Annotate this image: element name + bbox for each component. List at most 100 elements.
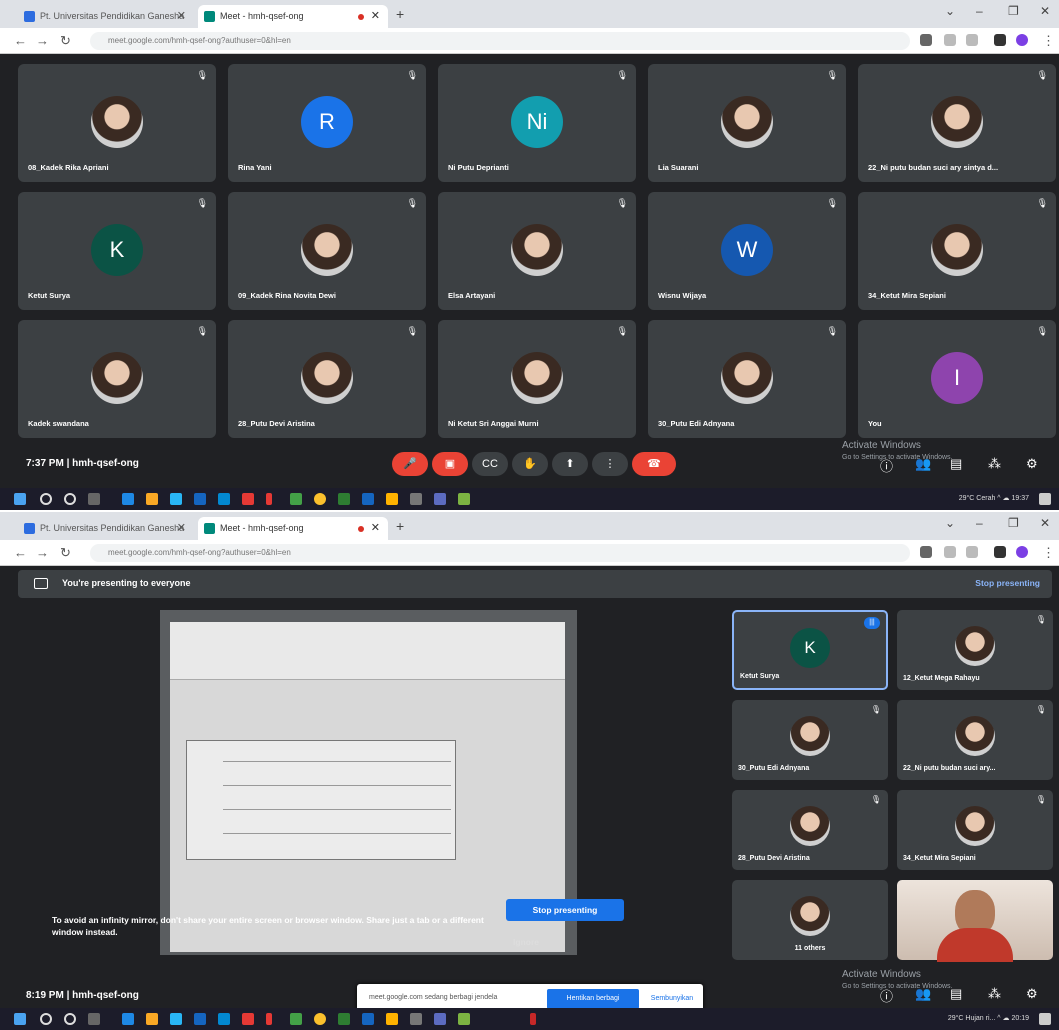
close-tab-icon[interactable]: ✕	[177, 5, 186, 28]
maximize-icon[interactable]: ❐	[1008, 4, 1019, 18]
participant-tile[interactable]: ||| K Ketut Surya	[732, 610, 888, 690]
app-icon[interactable]	[266, 1013, 272, 1025]
participant-tile[interactable]: 🎙 Kadek swandana	[18, 320, 216, 438]
extensions-icon[interactable]	[994, 546, 1006, 558]
raise-hand-button[interactable]: ✋	[512, 452, 548, 476]
notifications-icon[interactable]	[1039, 1013, 1051, 1025]
extensions-icon[interactable]	[994, 34, 1006, 46]
whatsapp-icon[interactable]	[290, 493, 302, 505]
store-icon[interactable]	[170, 493, 182, 505]
captions-button[interactable]: CC	[472, 452, 508, 476]
participant-tile[interactable]: 🎙 12_Ketut Mega Rahayu	[897, 610, 1053, 690]
maximize-icon[interactable]: ❐	[1008, 516, 1019, 530]
camera-indicator-icon[interactable]	[920, 34, 932, 46]
participant-tile[interactable]: 🎙 R Rina Yani	[228, 64, 426, 182]
activities-icon[interactable]: ⁂	[988, 456, 1001, 472]
app-icon[interactable]	[530, 1013, 536, 1025]
chrome-menu-icon[interactable]: ⋮	[1042, 545, 1055, 561]
new-tab-icon[interactable]: +	[396, 518, 404, 534]
close-window-icon[interactable]: ✕	[1040, 516, 1050, 530]
notifications-icon[interactable]	[1039, 493, 1051, 505]
edge-icon[interactable]	[122, 493, 134, 505]
camera-indicator-icon[interactable]	[920, 546, 932, 558]
app-icon[interactable]	[458, 493, 470, 505]
participant-tile[interactable]: 🎙 Lia Suarani	[648, 64, 846, 182]
people-icon[interactable]: 👥	[915, 986, 931, 1002]
browser-tab-meet[interactable]: Meet - hmh-qsef-ong ✕	[198, 517, 388, 540]
app-icon[interactable]	[434, 493, 446, 505]
participant-tile[interactable]: 🎙 28_Putu Devi Aristina	[732, 790, 888, 870]
file-explorer-icon[interactable]	[146, 1013, 158, 1025]
app-icon[interactable]	[386, 493, 398, 505]
participant-tile[interactable]: 🎙 Ni Ketut Sri Anggai Murni	[438, 320, 636, 438]
forward-icon[interactable]: →	[36, 33, 49, 48]
stop-sharing-button[interactable]: Hentikan berbagi	[547, 989, 639, 1009]
app-icon[interactable]	[218, 493, 230, 505]
start-icon[interactable]	[14, 493, 26, 505]
people-icon[interactable]: 👥	[915, 456, 931, 472]
close-tab-icon[interactable]: ✕	[371, 517, 380, 540]
banner-stop-presenting-link[interactable]: Stop presenting	[975, 578, 1040, 588]
leave-call-button[interactable]: ☎	[632, 452, 676, 476]
participant-tile[interactable]: 🎙 Elsa Artayani	[438, 192, 636, 310]
activities-icon[interactable]: ⁂	[988, 986, 1001, 1002]
ignore-button[interactable]: Ignore	[513, 937, 539, 947]
start-icon[interactable]	[14, 1013, 26, 1025]
office-icon[interactable]	[242, 493, 254, 505]
profile-avatar-icon[interactable]	[1016, 34, 1028, 46]
camera-off-button[interactable]: ▣	[432, 452, 468, 476]
mail-icon[interactable]	[194, 493, 206, 505]
mic-off-button[interactable]: 🎤	[392, 452, 428, 476]
app-icon[interactable]	[218, 1013, 230, 1025]
app-icon[interactable]	[266, 493, 272, 505]
back-icon[interactable]: ←	[14, 33, 27, 48]
present-button[interactable]: ⬆	[552, 452, 588, 476]
reload-icon[interactable]: ↻	[60, 33, 71, 49]
tab-search-icon[interactable]: ⌄	[945, 516, 955, 530]
mail-icon[interactable]	[194, 1013, 206, 1025]
minimize-icon[interactable]: –	[976, 4, 983, 18]
self-camera-tile[interactable]	[897, 880, 1053, 962]
word-icon[interactable]	[362, 493, 374, 505]
stop-presenting-button[interactable]: Stop presenting	[506, 899, 624, 921]
bookmark-star-icon[interactable]	[966, 546, 978, 558]
participant-tile[interactable]: 🎙 30_Putu Edi Adnyana	[648, 320, 846, 438]
chat-icon[interactable]: ▤	[950, 986, 962, 1002]
chrome-icon[interactable]	[314, 1013, 326, 1025]
meet-app-icon[interactable]	[410, 493, 422, 505]
chrome-icon[interactable]	[314, 493, 326, 505]
participant-tile[interactable]: 🎙 I You	[858, 320, 1056, 438]
url-field[interactable]: meet.google.com/hmh-qsef-ong?authuser=0&…	[90, 544, 910, 562]
close-tab-icon[interactable]: ✕	[177, 517, 186, 540]
cortana-icon[interactable]	[64, 493, 76, 505]
task-view-icon[interactable]	[88, 1013, 100, 1025]
app-icon[interactable]	[386, 1013, 398, 1025]
search-icon[interactable]	[40, 1013, 52, 1025]
excel-icon[interactable]	[338, 1013, 350, 1025]
task-view-icon[interactable]	[88, 493, 100, 505]
profile-avatar-icon[interactable]	[1016, 546, 1028, 558]
share-icon[interactable]	[944, 546, 956, 558]
host-controls-icon[interactable]: ⚙	[1026, 986, 1038, 1002]
meet-app-icon[interactable]	[410, 1013, 422, 1025]
participant-tile[interactable]: 🎙 28_Putu Devi Aristina	[228, 320, 426, 438]
info-icon[interactable]: ⓘ	[880, 986, 893, 1005]
participant-tile[interactable]: 🎙 22_Ni putu budan suci ary sintya d...	[858, 64, 1056, 182]
participant-tile[interactable]: 🎙 Ni Ni Putu Deprianti	[438, 64, 636, 182]
more-options-button[interactable]: ⋮	[592, 452, 628, 476]
reload-icon[interactable]: ↻	[60, 545, 71, 561]
participant-tile[interactable]: 🎙 09_Kadek Rina Novita Dewi	[228, 192, 426, 310]
new-tab-icon[interactable]: +	[396, 6, 404, 22]
browser-tab-undiksha[interactable]: Pt. Universitas Pendidikan Ganesha ✕	[18, 5, 194, 28]
back-icon[interactable]: ←	[14, 545, 27, 560]
office-icon[interactable]	[242, 1013, 254, 1025]
bookmark-star-icon[interactable]	[966, 34, 978, 46]
participant-tile[interactable]: 🎙 30_Putu Edi Adnyana	[732, 700, 888, 780]
edge-icon[interactable]	[122, 1013, 134, 1025]
browser-tab-meet[interactable]: Meet - hmh-qsef-ong ✕	[198, 5, 388, 28]
participant-tile[interactable]: 🎙 34_Ketut Mira Sepiani	[897, 790, 1053, 870]
hide-notification-button[interactable]: Sembunyikan	[647, 989, 697, 1009]
whatsapp-icon[interactable]	[290, 1013, 302, 1025]
participant-tile[interactable]: 🎙 08_Kadek Rika Apriani	[18, 64, 216, 182]
participant-tile[interactable]: 🎙 K Ketut Surya	[18, 192, 216, 310]
